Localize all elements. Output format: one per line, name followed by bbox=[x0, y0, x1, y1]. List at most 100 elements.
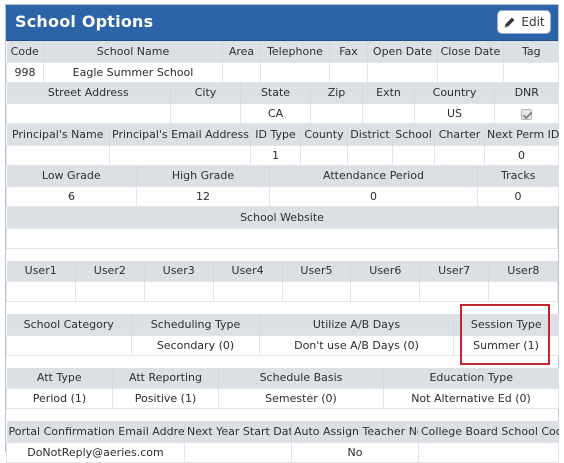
website-header-row: School Website bbox=[6, 207, 558, 228]
header-user5: User5 bbox=[281, 260, 351, 282]
value-school-category bbox=[6, 334, 132, 356]
header-dnr: DNR bbox=[494, 82, 559, 104]
edit-button-label: Edit bbox=[521, 15, 545, 29]
header-attendance-period: Attendance Period bbox=[269, 165, 478, 187]
value-user6 bbox=[350, 281, 421, 302]
value-attendance-period: 0 bbox=[269, 186, 478, 207]
header-tracks: Tracks bbox=[477, 165, 559, 187]
value-att-type: Period (1) bbox=[6, 388, 113, 409]
value-next-perm-id: 0 bbox=[484, 144, 559, 166]
value-street-address bbox=[6, 103, 171, 124]
user-fields-table: User1 User2 User3 User4 User5 User6 User… bbox=[6, 260, 558, 302]
value-schedule-basis: Semester (0) bbox=[218, 388, 384, 409]
header-county: County bbox=[300, 124, 348, 145]
value-charter bbox=[434, 144, 485, 166]
header-user2: User2 bbox=[74, 260, 145, 282]
attendance-header-row: Att Type Att Reporting Schedule Basis Ed… bbox=[6, 367, 559, 389]
value-att-reporting: Positive (1) bbox=[112, 388, 219, 409]
principal-value-row: 1 0 bbox=[6, 144, 559, 166]
header-fax: Fax bbox=[329, 41, 368, 62]
header-utilize-ab-days: Utilize A/B Days bbox=[259, 314, 454, 335]
principal-table: Principal's Name Principal's Email Addre… bbox=[6, 124, 559, 166]
header-scheduling-type: Scheduling Type bbox=[131, 314, 260, 335]
grades-table: Low Grade High Grade Attendance Period T… bbox=[6, 165, 559, 207]
header-extn: Extn bbox=[362, 82, 415, 104]
panel-title: School Options bbox=[15, 12, 154, 31]
value-principal-name bbox=[6, 144, 110, 166]
user-fields-value-row bbox=[6, 281, 558, 302]
portal-table: Portal Confirmation Email Address Next Y… bbox=[6, 421, 559, 463]
value-school-name: Eagle Summer School bbox=[43, 61, 223, 83]
value-user1 bbox=[6, 281, 76, 302]
spacer-2 bbox=[6, 302, 558, 314]
value-id-type: 1 bbox=[250, 144, 301, 166]
value-county bbox=[300, 144, 348, 166]
value-dnr bbox=[494, 103, 559, 124]
value-telephone bbox=[260, 61, 330, 83]
website-table: School Website bbox=[6, 207, 558, 249]
portal-header-row: Portal Confirmation Email Address Next Y… bbox=[6, 421, 559, 442]
pencil-icon bbox=[505, 17, 515, 27]
header-zip: Zip bbox=[310, 82, 363, 104]
header-user6: User6 bbox=[350, 260, 420, 282]
value-session-type: Summer (1) bbox=[453, 334, 559, 356]
header-education-type: Education Type bbox=[383, 367, 559, 389]
header-code: Code bbox=[6, 41, 44, 62]
spacer-4 bbox=[6, 409, 558, 421]
address-header-row: Street Address City State Zip Extn Count… bbox=[6, 82, 559, 104]
school-options-panel: School Options Edit Code School Name Are… bbox=[5, 4, 559, 463]
value-fax bbox=[329, 61, 368, 83]
header-session-type: Session Type bbox=[453, 314, 559, 335]
attendance-value-row: Period (1) Positive (1) Semester (0) Not… bbox=[6, 388, 559, 409]
header-next-year-start: Next Year Start Date bbox=[184, 421, 292, 442]
spacer-cell bbox=[6, 355, 558, 368]
value-country: US bbox=[414, 103, 495, 124]
portal-value-row: DoNotReply@aeries.com No bbox=[6, 441, 559, 463]
spacer-3 bbox=[6, 355, 558, 368]
address-value-row: CA US bbox=[6, 103, 559, 124]
value-portal-email: DoNotReply@aeries.com bbox=[6, 441, 185, 463]
header-id-type: ID Type bbox=[250, 124, 301, 145]
scheduling-header-row: School Category Scheduling Type Utilize … bbox=[6, 314, 559, 335]
value-school-website bbox=[6, 227, 558, 249]
header-user3: User3 bbox=[143, 260, 214, 282]
header-portal-email: Portal Confirmation Email Address bbox=[6, 421, 185, 442]
spacer-1 bbox=[6, 248, 558, 261]
spacer-cell bbox=[6, 248, 558, 261]
value-user7 bbox=[419, 281, 490, 302]
header-area: Area bbox=[222, 41, 261, 62]
value-close-date bbox=[437, 61, 504, 83]
header-user4: User4 bbox=[212, 260, 282, 282]
header-state: State bbox=[240, 82, 311, 104]
header-city: City bbox=[170, 82, 241, 104]
header-school-website: School Website bbox=[6, 207, 558, 228]
value-user4 bbox=[212, 281, 283, 302]
value-next-year-start bbox=[184, 441, 292, 463]
header-school: School bbox=[392, 124, 435, 145]
edit-button[interactable]: Edit bbox=[497, 10, 551, 34]
value-user3 bbox=[143, 281, 214, 302]
dnr-checkbox[interactable] bbox=[521, 108, 532, 120]
school-info-header-row: Code School Name Area Telephone Fax Open… bbox=[6, 41, 559, 62]
header-school-category: School Category bbox=[6, 314, 132, 335]
value-user5 bbox=[281, 281, 352, 302]
user-fields-header-row: User1 User2 User3 User4 User5 User6 User… bbox=[6, 260, 558, 282]
value-auto-assign-teacher: No bbox=[291, 441, 419, 463]
spacer-cell bbox=[6, 409, 558, 421]
header-user7: User7 bbox=[419, 260, 489, 282]
header-next-perm-id: Next Perm ID bbox=[484, 124, 559, 145]
header-user8: User8 bbox=[488, 260, 558, 282]
value-scheduling-type: Secondary (0) bbox=[131, 334, 260, 356]
value-state: CA bbox=[240, 103, 311, 124]
principal-header-row: Principal's Name Principal's Email Addre… bbox=[6, 124, 559, 145]
grades-value-row: 6 12 0 0 bbox=[6, 186, 559, 207]
spacer-cell bbox=[6, 302, 558, 314]
header-street-address: Street Address bbox=[6, 82, 171, 104]
value-low-grade: 6 bbox=[6, 186, 137, 207]
header-auto-assign-teacher: Auto Assign Teacher No. bbox=[291, 421, 419, 442]
scheduling-table: School Category Scheduling Type Utilize … bbox=[6, 314, 559, 356]
value-area bbox=[222, 61, 261, 83]
website-value-row bbox=[6, 227, 558, 249]
value-code: 998 bbox=[6, 61, 44, 83]
value-extn bbox=[362, 103, 415, 124]
